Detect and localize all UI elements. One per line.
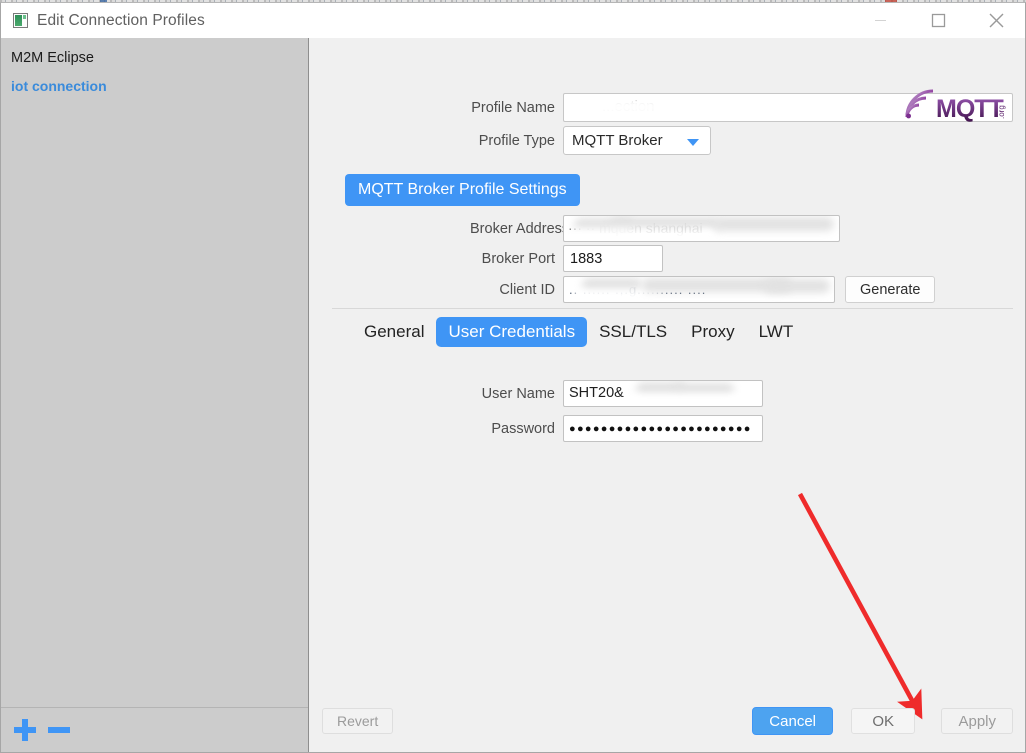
sidebar-item-m2m-eclipse[interactable]: M2M Eclipse: [1, 45, 308, 71]
maximize-icon: [931, 13, 946, 28]
close-button[interactable]: [967, 3, 1025, 38]
redaction-smudge: [764, 279, 830, 293]
profile-type-label: Profile Type: [470, 133, 555, 149]
profile-type-value: MQTT Broker: [564, 132, 663, 149]
broker-address-label: Broker Address: [470, 221, 555, 237]
mqtt-broker-profile-settings-button[interactable]: MQTT Broker Profile Settings: [345, 174, 580, 206]
sidebar-item-label: iot connection: [11, 78, 107, 94]
profile-type-row: Profile Type MQTT Broker: [470, 126, 711, 155]
minimize-button[interactable]: [851, 3, 909, 38]
tab-label: General: [364, 322, 424, 341]
generate-client-id-button[interactable]: Generate: [845, 276, 935, 303]
redaction-smudge: [568, 228, 718, 242]
sidebar-item-label: M2M Eclipse: [11, 50, 94, 66]
profiles-list: M2M Eclipse iot connection: [1, 38, 308, 99]
dialog-footer: Revert Cancel OK Apply: [310, 704, 1025, 752]
password-row: Password ●●●●●●●●●●●●●●●●●●●●●●●: [470, 415, 763, 442]
tab-proxy[interactable]: Proxy: [679, 317, 746, 347]
user-name-input[interactable]: SHT20&: [563, 380, 763, 407]
edit-connection-profiles-window: Edit Connection Profiles: [0, 2, 1026, 753]
mqtt-org-logo: MQTT .org: [903, 87, 1013, 127]
window-title: Edit Connection Profiles: [37, 12, 205, 30]
maximize-button[interactable]: [909, 3, 967, 38]
broker-port-input[interactable]: [563, 245, 663, 272]
password-value: ●●●●●●●●●●●●●●●●●●●●●●●: [564, 423, 752, 435]
redaction-smudge: [704, 106, 884, 122]
app-icon: [13, 13, 28, 28]
section-divider: [332, 308, 1013, 309]
redaction-smudge: [714, 217, 834, 231]
client-id-row: Client ID .. ...... .,.g.......... .... …: [470, 276, 935, 303]
user-name-value: SHT20&: [569, 385, 624, 401]
broker-port-label: Broker Port: [470, 251, 555, 267]
tab-user-credentials[interactable]: User Credentials: [436, 317, 587, 347]
add-profile-icon[interactable]: [14, 719, 36, 741]
user-name-label: User Name: [470, 386, 555, 402]
broker-address-input[interactable]: ··· ·· mquen shanghai: [563, 215, 840, 242]
tab-label: Proxy: [691, 322, 734, 341]
client-id-label: Client ID: [470, 282, 555, 298]
cancel-button[interactable]: Cancel: [752, 707, 833, 735]
settings-tab-bar: General User Credentials SSL/TLS Proxy L…: [352, 317, 805, 347]
broker-port-row: Broker Port: [470, 245, 663, 272]
redaction-smudge: [596, 108, 706, 122]
password-input[interactable]: ●●●●●●●●●●●●●●●●●●●●●●●: [563, 415, 763, 442]
close-icon: [988, 12, 1005, 29]
tab-label: LWT: [759, 322, 794, 341]
tab-label: SSL/TLS: [599, 322, 667, 341]
ok-button[interactable]: OK: [851, 708, 915, 734]
svg-text:.org: .org: [997, 105, 1006, 119]
broker-address-row: Broker Address ··· ·· mquen shanghai: [470, 215, 840, 242]
profile-type-select[interactable]: MQTT Broker: [563, 126, 711, 155]
minimize-icon: [875, 20, 886, 21]
profile-name-label: Profile Name: [470, 100, 555, 116]
profile-editor-pane: Profile Name ...ection Profile Type MQTT…: [310, 38, 1025, 752]
sidebar-item-iot-connection[interactable]: iot connection: [1, 71, 308, 99]
user-name-row: User Name SHT20&: [470, 380, 763, 407]
tab-general[interactable]: General: [352, 317, 436, 347]
svg-text:MQTT: MQTT: [936, 95, 1004, 123]
apply-button[interactable]: Apply: [941, 708, 1013, 734]
remove-profile-icon[interactable]: [48, 719, 70, 741]
password-label: Password: [470, 421, 555, 437]
window-controls: [851, 3, 1025, 38]
tab-ssl-tls[interactable]: SSL/TLS: [587, 317, 679, 347]
screenshot-root: Edit Connection Profiles: [0, 0, 1026, 753]
tab-label: User Credentials: [448, 322, 575, 341]
title-bar: Edit Connection Profiles: [1, 3, 1025, 38]
redaction-smudge: [626, 393, 756, 407]
revert-button[interactable]: Revert: [322, 708, 393, 734]
client-id-input[interactable]: .. ...... .,.g.......... ....: [563, 276, 835, 303]
mqtt-logo-graphic: MQTT .org: [903, 87, 1013, 127]
sidebar-footer: [1, 707, 308, 752]
tab-lwt[interactable]: LWT: [747, 317, 806, 347]
profiles-sidebar: M2M Eclipse iot connection: [1, 38, 309, 752]
chevron-down-icon: [687, 139, 699, 146]
